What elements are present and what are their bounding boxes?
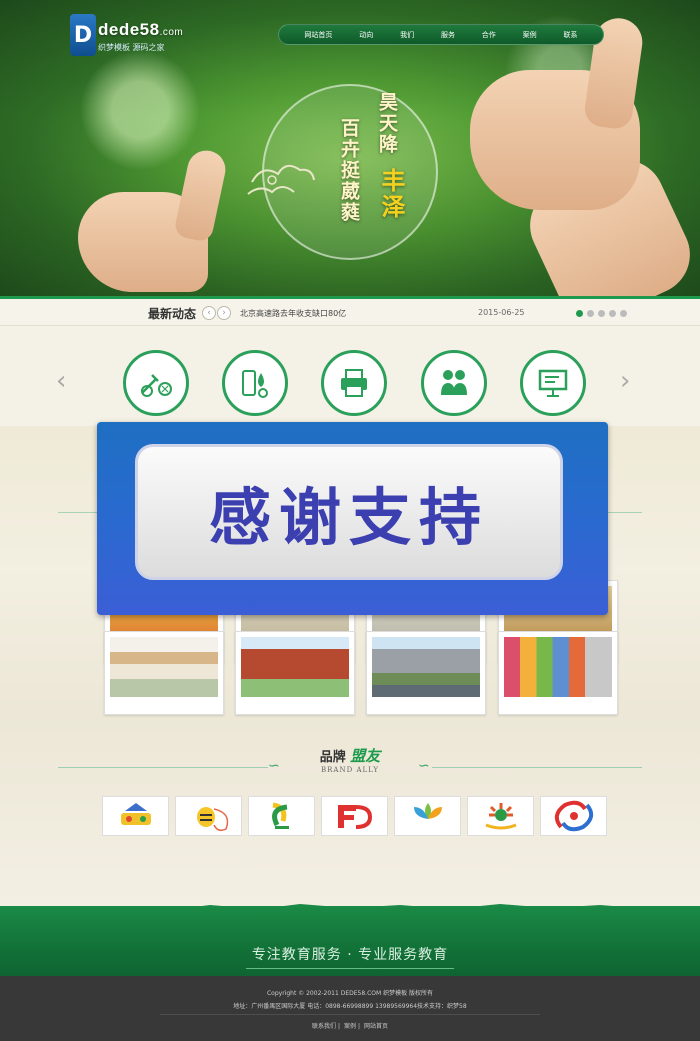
band-slogan: 专注教育服务 · 专业服务教育 [251, 947, 449, 963]
case-thumbnail[interactable] [366, 631, 486, 715]
service-item-science[interactable] [222, 350, 288, 416]
news-title: 最新动态 [148, 307, 197, 321]
footer-link-home[interactable]: 网站首页 [364, 1023, 388, 1030]
service-item-children[interactable] [421, 350, 487, 416]
slider-dot[interactable] [609, 310, 616, 317]
partner-logo[interactable] [175, 796, 242, 836]
footer-copyright: Copyright © 2002-2011 DEDE58.COM 织梦模板 版权… [266, 990, 433, 997]
nav-item-contact[interactable]: 联系 [563, 30, 577, 40]
partner-logo[interactable] [467, 796, 534, 836]
news-ticker: 最新动态 ‹ › 北京高速路去年收支缺口80亿 2015-06-25 [0, 296, 700, 326]
nav-item-services[interactable]: 服务 [441, 30, 455, 40]
logo-text: dede58 [98, 20, 160, 39]
news-date: 2015-06-25 [478, 308, 525, 317]
science-flask-icon [242, 370, 268, 398]
slider-dot[interactable] [598, 310, 605, 317]
footer-divider [160, 1014, 540, 1015]
nav-item-home[interactable]: 网站首页 [304, 30, 332, 40]
news-headline-link[interactable]: 北京高速路去年收支缺口80亿 [240, 308, 346, 319]
slider-dot[interactable] [587, 310, 594, 317]
footer-links: 联系我们 | 案例 | 网站首页 [312, 1023, 388, 1030]
cloud-ornament-icon [247, 164, 315, 195]
partner-logo[interactable] [540, 796, 607, 836]
thanks-overlay-banner: 感谢支持 [97, 422, 608, 615]
brand-section-subtitle: BRAND ALLY [321, 766, 379, 774]
service-item-music-sports[interactable] [123, 350, 189, 416]
case-thumbnail[interactable] [498, 631, 618, 715]
partner-logo-7-icon [554, 800, 593, 832]
logo-subtitle: 织梦模板 源码之家 [98, 43, 165, 52]
service-icons-row: ‹ › [0, 326, 700, 426]
slider-pagination [576, 310, 627, 317]
carousel-next-icon[interactable]: › [620, 366, 630, 396]
site-logo[interactable]: D dede58.com 织梦模板 源码之家 [70, 14, 190, 56]
brand-section-title: 品牌 盟友 [0, 745, 700, 766]
chevron-right-icon[interactable]: › [217, 306, 231, 320]
guitar-ball-icon [141, 374, 172, 397]
motto-line-2: 昊天降 [376, 92, 398, 155]
slider-dot[interactable] [620, 310, 627, 317]
case-thumbnail[interactable] [104, 631, 224, 715]
nav-item-about[interactable]: 我们 [400, 30, 414, 40]
logo-suffix: .com [159, 27, 184, 38]
service-item-presentation[interactable] [520, 350, 586, 416]
slogan-band [0, 906, 700, 976]
site-footer: Copyright © 2002-2011 DEDE58.COM 织梦模板 版权… [0, 976, 700, 1041]
service-item-printing[interactable] [321, 350, 387, 416]
brand-title-plain: 品牌 [319, 750, 346, 765]
logo-mark-icon: D [70, 14, 96, 56]
partner-logo-4-icon [337, 805, 372, 829]
thanks-overlay-panel: 感谢支持 [135, 444, 563, 580]
presentation-board-icon [538, 369, 568, 397]
partner-logo[interactable] [248, 796, 315, 836]
hero-banner: 百卉挺葳蕤 昊天降 丰泽 D dede58.com 织梦模板 源码之家 网站首页… [0, 0, 700, 296]
slider-dot[interactable] [576, 310, 583, 317]
printer-icon [341, 369, 367, 397]
left-thumb-image [173, 147, 229, 243]
thanks-text: 感谢支持 [208, 481, 489, 554]
motto-line-3: 丰泽 [377, 168, 406, 220]
footer-link-contact[interactable]: 联系我们 [312, 1023, 336, 1030]
nav-item-partners[interactable]: 合作 [482, 30, 496, 40]
partner-logo-5-icon [413, 803, 442, 819]
children-icon [441, 370, 467, 395]
motto-line-1: 百卉挺葳蕤 [338, 118, 360, 223]
footer-address: 地址：广州番禺区国际大厦 电话：0898-66998899 1398956996… [233, 1003, 467, 1010]
partner-logo[interactable] [394, 796, 461, 836]
partner-logo-6-icon [484, 803, 517, 830]
partner-logo-1-icon [120, 803, 151, 825]
partner-logo-3-icon [271, 802, 289, 829]
slogan-underline [246, 968, 454, 969]
nav-item-news[interactable]: 动向 [359, 30, 373, 40]
main-nav: 网站首页 动向 我们 服务 合作 案例 联系 [278, 24, 604, 45]
brand-title-accent: 盟友 [350, 747, 381, 765]
carousel-prev-icon[interactable]: ‹ [56, 366, 66, 396]
nav-item-cases[interactable]: 案例 [523, 30, 537, 40]
partner-logo[interactable] [321, 796, 388, 836]
partner-logo[interactable] [102, 796, 169, 836]
case-thumbnail[interactable] [235, 631, 355, 715]
footer-link-cases[interactable]: 案例 [344, 1023, 356, 1030]
chevron-left-icon[interactable]: ‹ [202, 306, 216, 320]
partner-logo-2-icon [196, 807, 228, 832]
